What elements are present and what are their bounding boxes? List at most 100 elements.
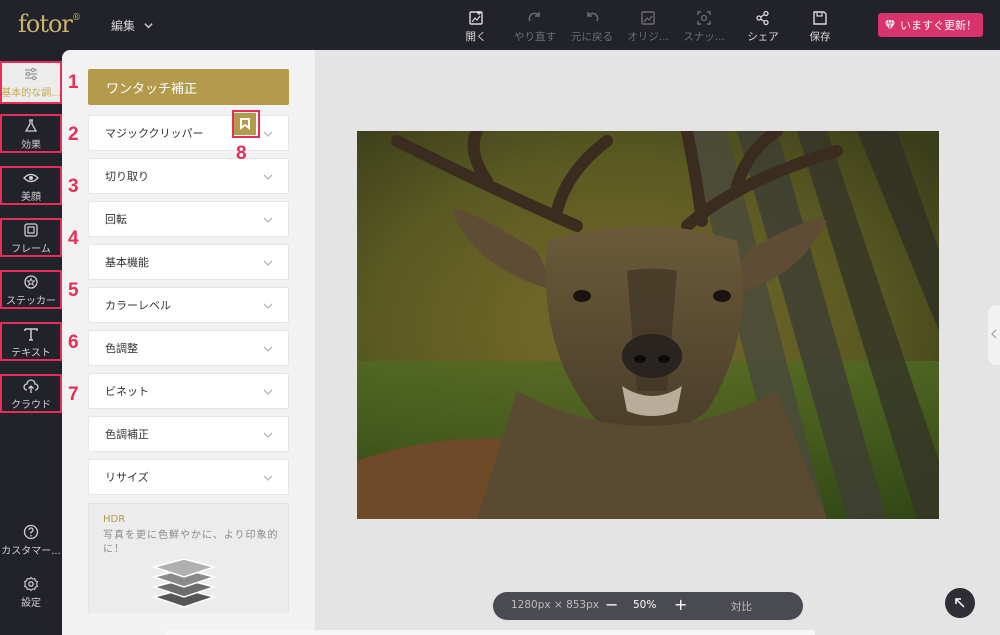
gear-icon (23, 576, 39, 592)
annotation-number-6: 6 (68, 332, 79, 353)
section-resize[interactable]: リサイズ (88, 459, 289, 495)
undo-button[interactable]: 元に戻る (562, 10, 622, 44)
rail-item-basic-adjust[interactable]: 基本的な調... (0, 62, 62, 104)
section-label: 色調整 (105, 342, 138, 355)
one-touch-fix-button[interactable]: ワンタッチ補正 (88, 69, 289, 105)
bookmark-icon[interactable] (234, 113, 256, 135)
compare-button[interactable]: 対比 (731, 599, 752, 614)
annotation-number-8: 8 (236, 143, 247, 164)
hdr-title: HDR (103, 514, 126, 525)
fotor-logo[interactable]: fotor® (18, 10, 81, 38)
rail-item-beauty[interactable]: 美顔 (0, 166, 62, 208)
section-label: ビネット (105, 385, 149, 398)
app-window: fotor® 編集 開く やり直す 元に戻る オリジ... スナッ... シェア (0, 0, 1000, 635)
expand-corner-button[interactable] (945, 588, 975, 618)
chevron-down-icon (263, 303, 273, 309)
share-icon (756, 10, 769, 26)
zoom-in-button[interactable]: + (674, 595, 687, 614)
edit-menu[interactable]: 編集 (111, 17, 154, 34)
section-vignette[interactable]: ビネット (88, 373, 289, 409)
share-button[interactable]: シェア (733, 10, 793, 44)
cloud-upload-icon (23, 379, 39, 393)
chevron-down-icon (263, 260, 273, 266)
zoom-value: 50% (633, 599, 657, 611)
original-button[interactable]: オリジ... (618, 10, 678, 44)
snapshot-label: スナッ... (683, 31, 725, 43)
rail-item-sticker[interactable]: ステッカー (0, 270, 62, 312)
chevron-down-icon (263, 174, 273, 180)
rail-item-frame[interactable]: フレーム (0, 218, 62, 260)
annotation-number-7: 7 (68, 384, 79, 405)
rail-label-text: テキスト (11, 348, 51, 359)
section-crop[interactable]: 切り取り (88, 158, 289, 194)
rail-label-beauty: 美顔 (21, 192, 41, 203)
rail-item-text[interactable]: テキスト (0, 322, 62, 364)
layers-icon (151, 559, 217, 608)
section-label: 色調補正 (105, 428, 149, 441)
original-label: オリジ... (627, 31, 669, 43)
chevron-down-icon (263, 217, 273, 223)
rail-item-settings[interactable]: 設定 (0, 572, 62, 614)
image-icon (641, 11, 655, 25)
share-label: シェア (747, 31, 779, 43)
image-add-icon (469, 11, 483, 25)
rail-label-basic-adjust: 基本的な調... (1, 88, 61, 99)
redo-button[interactable]: やり直す (505, 10, 565, 44)
section-color-level[interactable]: カラーレベル (88, 287, 289, 323)
top-bar: fotor® 編集 開く やり直す 元に戻る オリジ... スナッ... シェア (0, 0, 1000, 50)
sliders-icon (25, 67, 37, 81)
chevron-down-icon (263, 432, 273, 438)
eye-icon (23, 173, 39, 183)
save-icon (813, 11, 827, 25)
section-label: 基本機能 (105, 256, 149, 269)
section-tone-correct[interactable]: 色調補正 (88, 416, 289, 452)
annotation-number-2: 2 (68, 124, 79, 145)
redo-icon (528, 12, 540, 22)
chevron-down-icon (263, 131, 273, 137)
redo-label: やり直す (514, 31, 556, 43)
zoom-bar: 1280px × 853px − 50% + 対比 (493, 592, 803, 620)
help-icon (23, 524, 39, 540)
section-magic-clipper[interactable]: マジッククリッパー (88, 115, 289, 151)
text-icon (24, 328, 38, 341)
rail-item-effects[interactable]: 効果 (0, 114, 62, 156)
section-label: リサイズ (105, 471, 149, 484)
section-label: カラーレベル (105, 299, 171, 312)
rail-item-support[interactable]: カスタマー... (0, 520, 62, 562)
flask-icon (24, 119, 38, 132)
section-color-adjust[interactable]: 色調整 (88, 330, 289, 366)
save-button[interactable]: 保存 (790, 10, 850, 44)
section-rotate[interactable]: 回転 (88, 201, 289, 237)
undo-icon (587, 12, 599, 22)
rail-label-cloud: クラウド (11, 400, 51, 411)
deer-photo[interactable] (357, 131, 939, 519)
section-basic[interactable]: 基本機能 (88, 244, 289, 280)
open-button[interactable]: 開く (446, 10, 506, 44)
hdr-card[interactable]: HDR 写真を更に色鮮やかに、より印象的に！ (88, 503, 289, 613)
section-label: 回転 (105, 213, 127, 226)
image-size-label: 1280px × 853px (511, 599, 599, 611)
arrow-up-left-icon (955, 598, 965, 608)
collapse-side-tab[interactable] (988, 305, 1000, 365)
adjust-panel: ワンタッチ補正 マジッククリッパー 切り取り 回転 基本機能 カラーレベル 色調… (62, 50, 315, 635)
rail-label-settings: 設定 (21, 598, 41, 609)
diamond-icon (885, 19, 895, 31)
section-label: マジッククリッパー (105, 127, 204, 140)
frame-icon (24, 223, 38, 237)
chevron-left-icon (991, 329, 997, 339)
open-label: 開く (465, 31, 487, 43)
section-label: 切り取り (105, 170, 149, 183)
rail-label-frame: フレーム (11, 244, 51, 255)
snapshot-icon (697, 11, 711, 25)
annotation-number-1: 1 (68, 72, 79, 93)
snapshot-button[interactable]: スナッ... (674, 10, 734, 44)
chevron-down-icon (144, 23, 153, 29)
rail-label-sticker: ステッカー (6, 296, 56, 307)
chevron-down-icon (263, 475, 273, 481)
save-label: 保存 (809, 31, 831, 43)
zoom-out-button[interactable]: − (605, 595, 618, 614)
rail-item-cloud[interactable]: クラウド (0, 374, 62, 416)
rail-label-effects: 効果 (21, 140, 41, 151)
bottom-strip (165, 630, 815, 635)
upgrade-button[interactable]: いますぐ更新！ (878, 13, 983, 37)
